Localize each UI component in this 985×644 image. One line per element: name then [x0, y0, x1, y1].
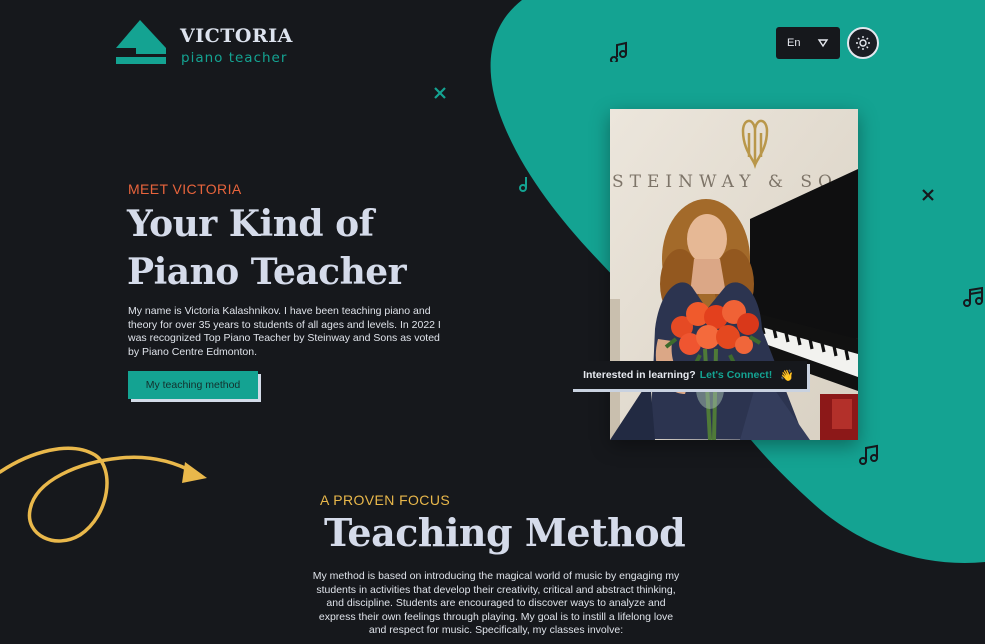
language-value: En: [787, 37, 801, 49]
music-note-icon: [963, 286, 983, 307]
chevron-down-icon: [817, 39, 829, 48]
connect-link[interactable]: Let's Connect!: [700, 369, 773, 381]
showroom-sign: STEINWAY & SO: [612, 172, 838, 192]
piano-logo-icon: [116, 20, 166, 64]
method-description: My method is based on introducing the ma…: [312, 570, 680, 636]
page: VICTORIA piano teacher En MEET VICTORIA …: [0, 0, 985, 644]
hero-eyebrow: MEET VICTORIA: [128, 181, 242, 197]
teacher-photo: STEINWAY & SO: [610, 109, 858, 440]
cross-icon: [922, 189, 934, 201]
music-note-icon: [519, 177, 527, 192]
connect-question: Interested in learning?: [583, 369, 696, 381]
curly-arrow-icon: [0, 446, 207, 543]
brand-tagline: piano teacher: [181, 50, 288, 66]
music-note-icon: [609, 41, 627, 62]
logo-text: VICTORIA piano teacher: [180, 18, 293, 66]
music-note-icon: [859, 444, 878, 465]
method-eyebrow: A PROVEN FOCUS: [320, 492, 451, 508]
sun-icon: [856, 36, 870, 50]
hero-title: Your Kind of Piano Teacher: [127, 203, 407, 293]
method-title: Teaching Method: [324, 510, 686, 555]
theme-toggle-button[interactable]: [847, 27, 879, 59]
connect-banner[interactable]: Interested in learning? Let's Connect! 👋: [570, 361, 807, 389]
teaching-method-button[interactable]: My teaching method: [128, 371, 258, 399]
cross-icon: [434, 87, 446, 99]
brand-name: VICTORIA: [180, 25, 293, 47]
wave-emoji: 👋: [780, 369, 794, 382]
hero-description: My name is Victoria Kalashnikov. I have …: [128, 305, 441, 358]
logo[interactable]: VICTORIA piano teacher: [116, 18, 293, 66]
language-select[interactable]: En: [776, 27, 840, 59]
